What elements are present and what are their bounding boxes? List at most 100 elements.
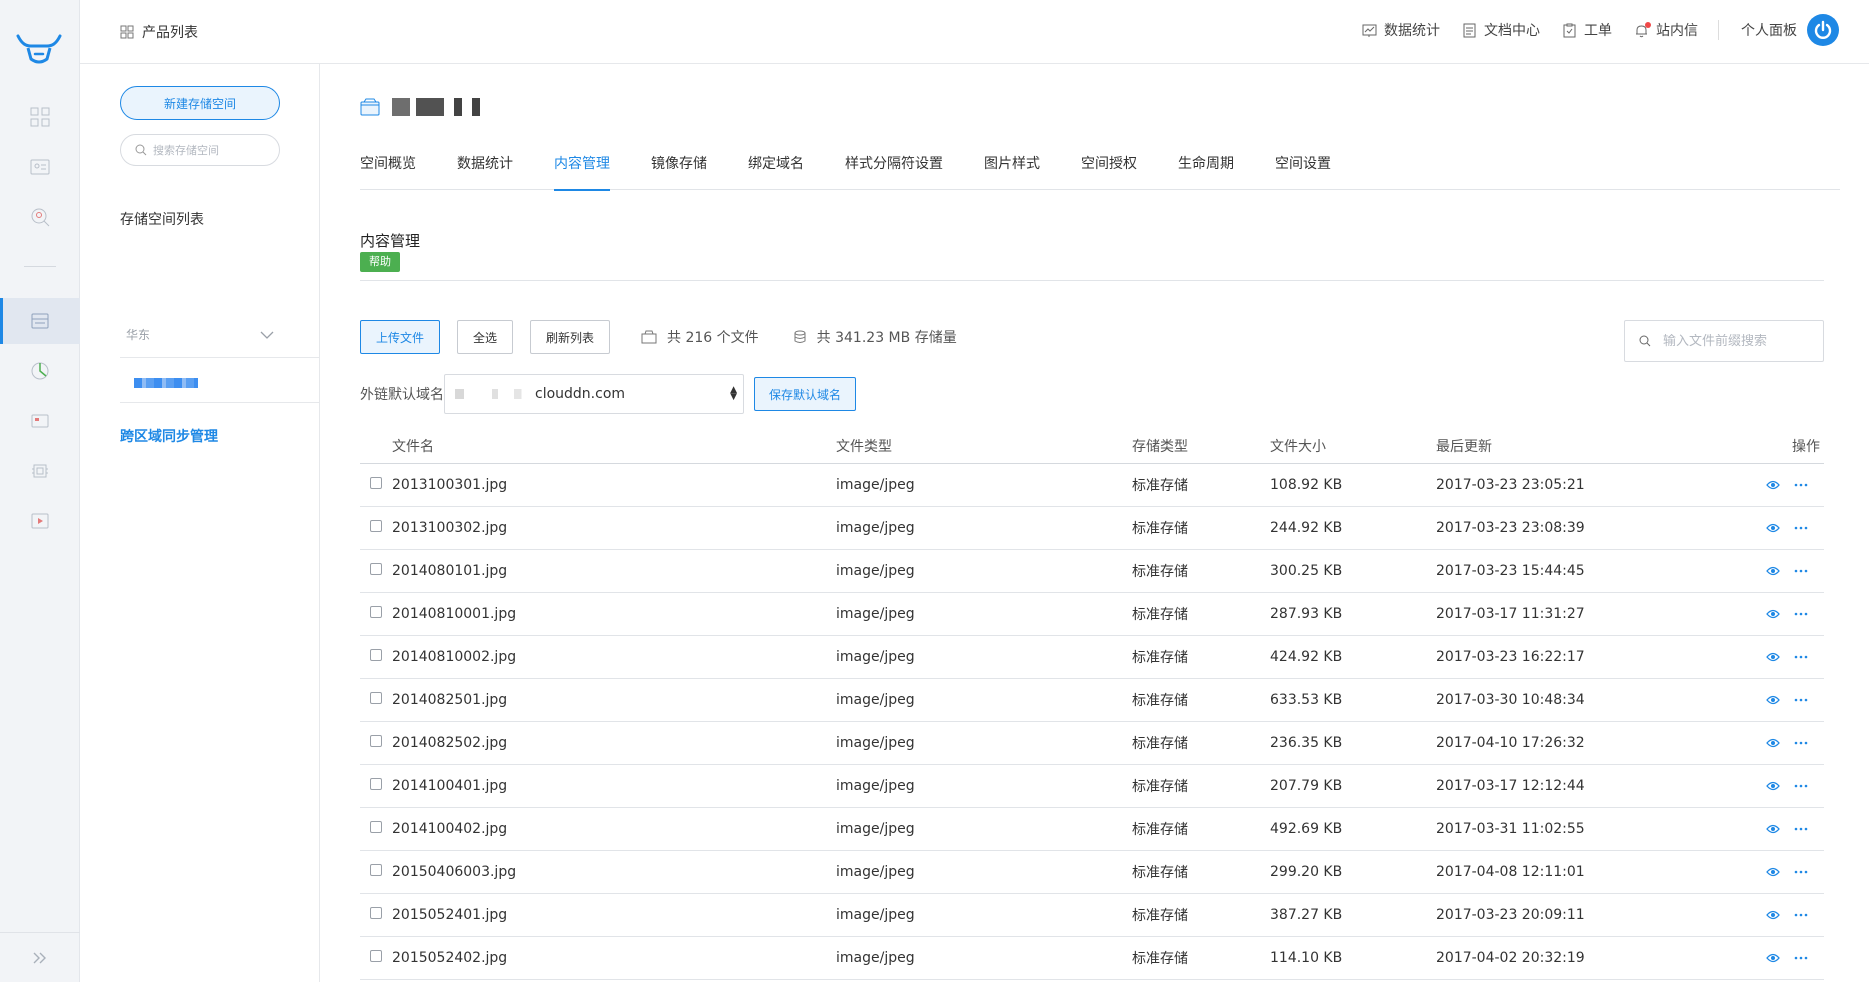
new-bucket-button[interactable]: 新建存储空间 — [120, 86, 280, 120]
row-checkbox[interactable] — [370, 477, 382, 489]
bucket-list-item[interactable] — [120, 364, 320, 404]
preview-eye-icon[interactable] — [1766, 609, 1780, 619]
tab-bind-domain[interactable]: 绑定域名 — [748, 148, 804, 190]
table-row[interactable]: 2014100402.jpg image/jpeg 标准存储 492.69 KB 201… — [360, 808, 1824, 851]
row-checkbox[interactable] — [370, 864, 382, 876]
row-checkbox[interactable] — [370, 778, 382, 790]
row-checkbox[interactable] — [370, 692, 382, 704]
tab-statistics[interactable]: 数据统计 — [457, 148, 513, 190]
tab-lifecycle[interactable]: 生命周期 — [1178, 148, 1234, 190]
table-row[interactable]: 2013100302.jpg image/jpeg 标准存储 244.92 KB 201… — [360, 507, 1824, 550]
header-filename[interactable]: 文件名 — [392, 436, 836, 456]
row-checkbox[interactable] — [370, 950, 382, 962]
preview-eye-icon[interactable] — [1766, 695, 1780, 705]
row-checkbox[interactable] — [370, 606, 382, 618]
more-options-icon[interactable] — [1794, 741, 1808, 745]
tab-style-separator[interactable]: 样式分隔符设置 — [845, 148, 943, 190]
media-card-icon[interactable] — [29, 410, 51, 432]
table-row[interactable]: 2015052401.jpg image/jpeg 标准存储 387.27 KB 201… — [360, 894, 1824, 937]
file-name[interactable]: 20150406003.jpg — [392, 864, 836, 880]
id-card-icon[interactable] — [29, 156, 51, 178]
file-name[interactable]: 2014080101.jpg — [392, 563, 836, 579]
row-checkbox[interactable] — [370, 563, 382, 575]
save-default-domain-button[interactable]: 保存默认域名 — [754, 377, 857, 411]
nav-docs[interactable]: 文档中心 — [1462, 15, 1540, 45]
file-name[interactable]: 2014082502.jpg — [392, 735, 836, 751]
tab-image-style[interactable]: 图片样式 — [984, 148, 1040, 190]
file-name[interactable]: 2014100402.jpg — [392, 821, 836, 837]
preview-eye-icon[interactable] — [1766, 566, 1780, 576]
file-name[interactable]: 2014100401.jpg — [392, 778, 836, 794]
cross-region-sync-link[interactable]: 跨区域同步管理 — [120, 426, 218, 446]
file-name[interactable]: 2015052401.jpg — [392, 907, 836, 923]
tab-authorization[interactable]: 空间授权 — [1081, 148, 1137, 190]
table-row[interactable]: 20150406003.jpg image/jpeg 标准存储 299.20 KB 20… — [360, 851, 1824, 894]
region-dropdown[interactable]: 华东 — [120, 312, 320, 358]
preview-eye-icon[interactable] — [1766, 523, 1780, 533]
user-search-icon[interactable] — [29, 206, 51, 228]
more-options-icon[interactable] — [1794, 612, 1808, 616]
preview-eye-icon[interactable] — [1766, 738, 1780, 748]
row-checkbox[interactable] — [370, 907, 382, 919]
upload-button[interactable]: 上传文件 — [360, 320, 441, 354]
table-row[interactable]: 2013100301.jpg image/jpeg 标准存储 108.92 KB 201… — [360, 464, 1824, 507]
preview-eye-icon[interactable] — [1766, 867, 1780, 877]
preview-eye-icon[interactable] — [1766, 953, 1780, 963]
file-name[interactable]: 20140810002.jpg — [392, 649, 836, 665]
row-checkbox[interactable] — [370, 735, 382, 747]
default-domain-select[interactable]: clouddn.com ▲ ▼ — [444, 374, 744, 414]
storage-bucket-icon[interactable] — [29, 310, 51, 332]
nav-ticket[interactable]: 工单 — [1562, 15, 1612, 45]
more-options-icon[interactable] — [1794, 655, 1808, 659]
more-options-icon[interactable] — [1794, 569, 1808, 573]
file-name[interactable]: 20140810001.jpg — [392, 606, 836, 622]
more-options-icon[interactable] — [1794, 483, 1808, 487]
video-play-icon[interactable] — [29, 510, 51, 532]
tab-overview[interactable]: 空间概览 — [360, 148, 416, 190]
select-all-button[interactable]: 全选 — [457, 320, 514, 354]
product-list-menu[interactable]: 产品列表 — [120, 22, 198, 42]
preview-eye-icon[interactable] — [1766, 910, 1780, 920]
tab-content-management[interactable]: 内容管理 — [554, 148, 610, 191]
row-checkbox[interactable] — [370, 520, 382, 532]
file-search-input[interactable] — [1663, 333, 1813, 349]
file-name[interactable]: 2013100302.jpg — [392, 520, 836, 536]
row-checkbox[interactable] — [370, 649, 382, 661]
table-row[interactable]: 20140810002.jpg image/jpeg 标准存储 424.92 KB 20… — [360, 636, 1824, 679]
file-name[interactable]: 2013100301.jpg — [392, 477, 836, 493]
more-options-icon[interactable] — [1794, 827, 1808, 831]
cow-logo-icon[interactable] — [14, 28, 64, 68]
table-row[interactable]: 2014080101.jpg image/jpeg 标准存储 300.25 KB 201… — [360, 550, 1824, 593]
preview-eye-icon[interactable] — [1766, 652, 1780, 662]
bucket-search-input[interactable] — [153, 143, 263, 157]
refresh-button[interactable]: 刷新列表 — [530, 320, 611, 354]
table-row[interactable]: 2014082501.jpg image/jpeg 标准存储 633.53 KB 201… — [360, 679, 1824, 722]
personal-panel[interactable]: 个人面板 — [1741, 15, 1797, 45]
row-checkbox[interactable] — [370, 821, 382, 833]
table-row[interactable]: 2014100401.jpg image/jpeg 标准存储 207.79 KB 201… — [360, 765, 1824, 808]
more-options-icon[interactable] — [1794, 698, 1808, 702]
help-badge[interactable]: 帮助 — [360, 252, 400, 272]
tab-settings[interactable]: 空间设置 — [1275, 148, 1331, 190]
grid-apps-icon[interactable] — [29, 106, 51, 128]
table-row[interactable]: 20140810001.jpg image/jpeg 标准存储 287.93 KB 20… — [360, 593, 1824, 636]
preview-eye-icon[interactable] — [1766, 781, 1780, 791]
preview-eye-icon[interactable] — [1766, 480, 1780, 490]
file-name[interactable]: 2014082501.jpg — [392, 692, 836, 708]
power-avatar-icon[interactable] — [1807, 14, 1839, 46]
chip-icon[interactable] — [29, 460, 51, 482]
more-options-icon[interactable] — [1794, 913, 1808, 917]
expand-sidebar-icon[interactable] — [30, 950, 50, 966]
preview-eye-icon[interactable] — [1766, 824, 1780, 834]
more-options-icon[interactable] — [1794, 956, 1808, 960]
table-row[interactable]: 2015052402.jpg image/jpeg 标准存储 114.10 KB 201… — [360, 937, 1824, 980]
cdn-globe-icon[interactable] — [29, 360, 51, 382]
nav-messages[interactable]: 站内信 — [1634, 15, 1698, 45]
more-options-icon[interactable] — [1794, 784, 1808, 788]
table-row[interactable]: 2014082502.jpg image/jpeg 标准存储 236.35 KB 201… — [360, 722, 1824, 765]
nav-statistics[interactable]: 数据统计 — [1362, 15, 1440, 45]
more-options-icon[interactable] — [1794, 526, 1808, 530]
tab-mirror[interactable]: 镜像存储 — [651, 148, 707, 190]
file-name[interactable]: 2015052402.jpg — [392, 950, 836, 966]
more-options-icon[interactable] — [1794, 870, 1808, 874]
